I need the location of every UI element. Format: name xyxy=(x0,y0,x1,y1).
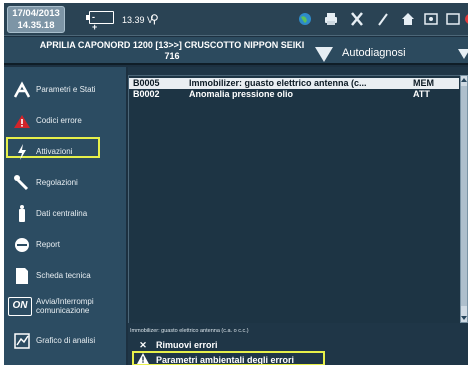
error-description: Anomalia pressione olio xyxy=(189,89,294,99)
close-icon[interactable] xyxy=(462,10,468,28)
error-detail: Immobilizer: guasto elettrico antenna (c… xyxy=(130,328,249,334)
battery-symbols: - + xyxy=(92,12,102,32)
error-row[interactable]: B0005 Immobilizer: guasto elettrico ante… xyxy=(129,78,459,89)
sidebar-item-label: Parametri e Stati xyxy=(36,85,96,94)
graph-icon xyxy=(13,331,31,351)
vehicle-title: APRILIA CAPONORD 1200 [13>>] CRUSCOTTO N… xyxy=(7,40,337,62)
sidebar-item-regolazioni[interactable]: Regolazioni xyxy=(4,168,126,198)
sidebar-item-label: Regolazioni xyxy=(36,178,78,187)
vehicle-title-line1: APRILIA CAPONORD 1200 [13>>] CRUSCOTTO N… xyxy=(39,40,305,50)
antenna-icon: ⚲ xyxy=(150,12,159,26)
sidebar-item-label: Grafico di analisi xyxy=(36,336,96,345)
error-code: B0002 xyxy=(133,89,160,99)
sidebar-item-attivazioni[interactable]: Attivazioni xyxy=(4,137,126,167)
pen-icon[interactable] xyxy=(374,10,392,28)
highlight-frame xyxy=(132,351,325,365)
sidebar-item-scheda-tecnica[interactable]: Scheda tecnica xyxy=(4,261,126,291)
time-text: 14.35.18 xyxy=(17,20,55,31)
sidebar-item-grafico[interactable]: Grafico di analisi xyxy=(4,326,126,356)
sidebar-item-label: Codici errore xyxy=(36,116,82,125)
sidebar-item-avvia-interrompi[interactable]: ON Avvia/Interrompi comunicazione xyxy=(4,292,126,322)
ecu-icon xyxy=(13,204,31,224)
error-status: MEM xyxy=(413,78,434,88)
window-icon[interactable] xyxy=(444,10,462,28)
sidebar-item-dati-centralina[interactable]: Dati centralina xyxy=(4,199,126,229)
date-text: 17/04/2013 xyxy=(12,8,60,19)
gauge-icon xyxy=(13,80,31,100)
scroll-up-icon[interactable] xyxy=(461,78,467,82)
sidebar-item-report[interactable]: Report xyxy=(4,230,126,260)
error-code: B0005 xyxy=(133,78,160,88)
remove-errors-button[interactable]: ✕ Rimuovi errori xyxy=(136,339,218,351)
on-icon: ON xyxy=(8,297,32,316)
report-icon xyxy=(13,235,31,255)
sidebar: Parametri e Stati Codici errore Attivazi… xyxy=(4,67,126,365)
error-status: ATT xyxy=(413,89,430,99)
sidebar-item-label: Report xyxy=(36,240,61,249)
error-panel: B0005 Immobilizer: guasto elettrico ante… xyxy=(128,67,468,365)
sidebar-item-label: Dati centralina xyxy=(36,209,88,218)
status-bar: 17/04/2013 14.35.18 - + 13.39 V ⚲ xyxy=(4,3,468,36)
scrollbar[interactable] xyxy=(460,75,468,323)
voltage-readout: 13.39 V xyxy=(122,15,154,25)
autodiagnosis-icon xyxy=(314,45,334,63)
title-bar: APRILIA CAPONORD 1200 [13>>] CRUSCOTTO N… xyxy=(4,37,468,65)
error-row[interactable]: B0002 Anomalia pressione olio ATT xyxy=(129,89,459,100)
sidebar-item-parametri[interactable]: Parametri e Stati xyxy=(4,75,126,105)
sidebar-item-codici-errore[interactable]: Codici errore xyxy=(4,106,126,136)
globe-icon[interactable] xyxy=(296,10,314,28)
on-icon-text: ON xyxy=(12,300,28,311)
activation-icon xyxy=(13,142,31,162)
wrench-icon xyxy=(13,173,31,193)
sidebar-item-label: Scheda tecnica xyxy=(36,271,91,280)
image-icon[interactable] xyxy=(422,10,440,28)
section-title: Autodiagnosi xyxy=(342,47,406,59)
scroll-thumb[interactable] xyxy=(461,86,467,306)
error-list: B0005 Immobilizer: guasto elettrico ante… xyxy=(128,75,460,323)
battery-icon: - + xyxy=(86,11,114,32)
vehicle-title-line2: 716 xyxy=(164,51,180,61)
close-x-icon: ✕ xyxy=(139,340,147,350)
warning-icon xyxy=(13,111,31,131)
scroll-down-icon[interactable] xyxy=(461,316,467,320)
date-time-display: 17/04/2013 14.35.18 xyxy=(7,6,65,33)
error-description: Immobilizer: guasto elettrico antenna (c… xyxy=(189,78,367,88)
dropdown-arrow-icon[interactable] xyxy=(458,49,468,59)
remove-errors-label: Rimuovi errori xyxy=(156,340,218,350)
tools-icon[interactable] xyxy=(348,10,366,28)
printer-icon[interactable] xyxy=(322,10,340,28)
diagnostic-screen: 17/04/2013 14.35.18 - + 13.39 V ⚲ APRILI… xyxy=(4,3,468,365)
home-icon[interactable] xyxy=(399,10,417,28)
document-icon xyxy=(13,266,31,286)
sidebar-item-label: Avvia/Interrompi comunicazione xyxy=(36,297,94,315)
sidebar-item-label: Attivazioni xyxy=(36,147,73,156)
